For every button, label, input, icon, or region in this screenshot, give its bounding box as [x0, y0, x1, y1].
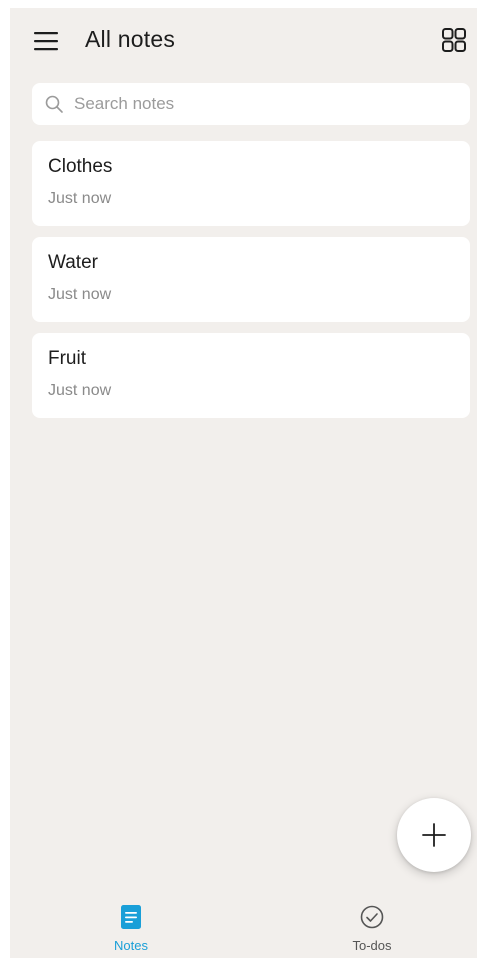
page-title: All notes: [85, 26, 176, 52]
note-item[interactable]: Clothes Just now: [32, 141, 470, 226]
search-input[interactable]: Search notes: [32, 83, 470, 125]
note-timestamp: Just now: [48, 190, 112, 207]
nav-tab-notes[interactable]: Notes: [71, 892, 191, 958]
bottom-navigation: Notes To-dos: [10, 892, 477, 958]
notes-app-screen: All notes Search notes Clothes Just now …: [10, 8, 477, 958]
note-timestamp: Just now: [48, 382, 112, 399]
plus-icon: [422, 823, 446, 847]
note-title: Water: [48, 252, 98, 273]
menu-button[interactable]: [32, 28, 60, 54]
search-placeholder: Search notes: [74, 94, 175, 113]
grid-view-button[interactable]: [440, 26, 468, 54]
note-item[interactable]: Fruit Just now: [32, 333, 470, 418]
note-item[interactable]: Water Just now: [32, 237, 470, 322]
note-timestamp: Just now: [48, 286, 112, 303]
note-icon: [121, 905, 141, 929]
add-note-button[interactable]: [397, 798, 471, 872]
nav-tab-todos[interactable]: To-dos: [312, 892, 432, 958]
note-title: Fruit: [48, 348, 86, 369]
hamburger-menu-icon: [34, 32, 58, 51]
note-list: Clothes Just now Water Just now Fruit Ju…: [32, 141, 470, 429]
nav-tab-todos-label: To-dos: [352, 938, 392, 953]
grid-view-icon: [442, 28, 466, 52]
checkmark-circle-icon: [360, 905, 384, 929]
search-icon: [45, 95, 63, 113]
app-header: All notes: [10, 8, 477, 74]
note-title: Clothes: [48, 156, 113, 177]
nav-tab-notes-label: Notes: [114, 938, 148, 953]
